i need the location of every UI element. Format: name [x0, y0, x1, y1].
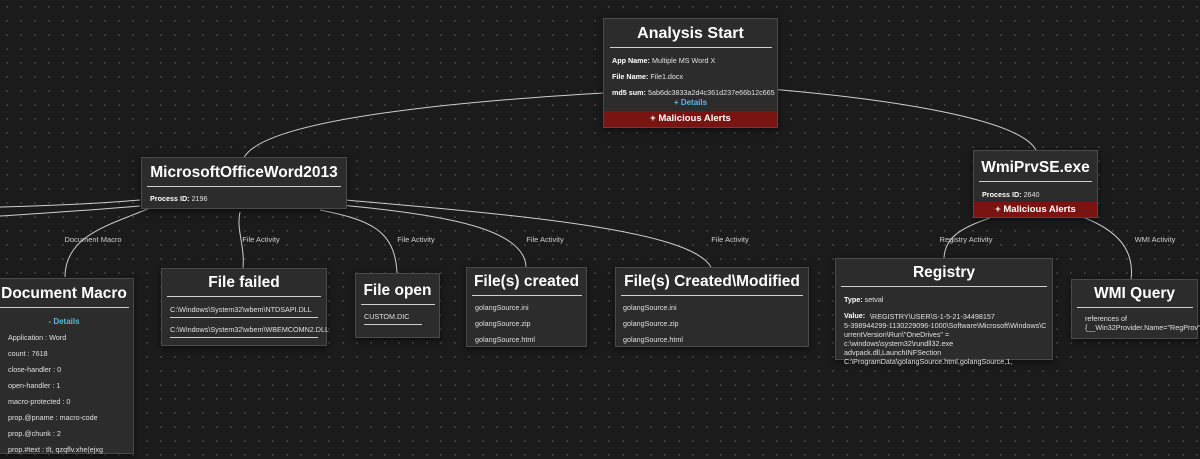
wmi-query-node[interactable]: WMI Query references of {__Win32Provider.… [1071, 279, 1200, 339]
list-divider [170, 317, 318, 318]
list-divider [364, 324, 422, 325]
title-divider [0, 307, 129, 308]
title-divider [609, 47, 772, 48]
title-divider [979, 181, 1092, 182]
file-open-node[interactable]: File open CUSTOM.DIC [355, 273, 440, 338]
edge-word-to-left-offscreen-2 [0, 205, 141, 217]
title-divider [841, 286, 1047, 287]
title-divider [167, 296, 321, 297]
node-title: File open [363, 282, 432, 299]
process-id-row: Process ID: 2640 [982, 190, 1040, 199]
edge-label-file-activity: File Activity [397, 235, 435, 244]
macro-property: prop.@pname : macro-code [8, 413, 98, 422]
node-title: Analysis Start [637, 25, 744, 42]
connector-edges [0, 88, 1132, 281]
registry-type-row: Type: setval [844, 295, 884, 304]
node-title: WMI Query [1094, 285, 1175, 302]
node-title: File(s) created [473, 273, 580, 290]
file-path: golangSource.zip [475, 319, 531, 328]
analysis-start-node[interactable]: Analysis Start App Name: Multiple MS Wor… [603, 18, 778, 128]
wmiprvse-process-node[interactable]: WmiPrvSE.exe Process ID: 2640 + Maliciou… [973, 150, 1098, 218]
registry-value-line: \REGISTRY\USER\S-1-5-21-34498157 [870, 311, 995, 321]
file-path: golangSource.ini [475, 303, 529, 312]
title-divider [621, 295, 803, 296]
list-divider [170, 337, 318, 338]
node-title: File(s) Created\Modified [624, 273, 800, 290]
files-modified-node[interactable]: File(s) Created\Modified golangSource.in… [615, 267, 809, 347]
title-divider [471, 295, 582, 296]
file-path: C:\Windows\System32\wbem\WBEMCOMN2.DLL [170, 325, 329, 334]
file-path: golangSource.zip [623, 319, 679, 328]
query-text: references of {__Win32Provider.Name="RegP… [1085, 314, 1200, 332]
node-title: MicrosoftOfficeWord2013 [150, 164, 338, 181]
registry-value-line: C:\ProgramData\golangSource.html,golangS… [844, 356, 1013, 366]
node-title: Document Macro [1, 285, 127, 302]
macro-property: Application : Word [8, 333, 67, 342]
node-title: File failed [208, 274, 280, 291]
registry-value-line: 5-398944299-1130229096-1000\Software\Mic… [844, 320, 1047, 330]
macro-property: count : 7618 [8, 349, 48, 358]
malicious-alerts-button[interactable]: + Malicious Alerts [604, 111, 777, 127]
files-created-node[interactable]: File(s) created golangSource.ini golangSo… [466, 267, 587, 347]
file-path: CUSTOM.DIC [364, 312, 410, 321]
file-list: CUSTOM.DIC [364, 312, 439, 325]
node-title: Registry [912, 264, 976, 281]
registry-value-line: advpack.dll,LaunchINFSection [844, 347, 942, 357]
query-line: {__Win32Provider.Name="RegProv"} [1085, 323, 1200, 332]
edge-word-to-left-offscreen-1 [0, 199, 141, 208]
macro-property: open-handler : 1 [8, 381, 61, 390]
macro-property: macro-protected : 0 [8, 397, 71, 406]
edge-label-file-activity: File Activity [526, 235, 564, 244]
macro-property: close-handler : 0 [8, 365, 62, 374]
title-divider [360, 304, 435, 305]
macro-property: prop.@chunk : 2 [8, 429, 61, 438]
edge-start-to-wmiprvse [769, 88, 1037, 151]
file-path: golangSource.html [475, 335, 535, 344]
details-toggle[interactable]: + Details [604, 98, 777, 107]
edge-word-to-files-modified [344, 199, 712, 268]
edge-label-file-activity: File Activity [242, 235, 280, 244]
registry-value: \REGISTRY\USER\S-1-5-21-34498157 5-398944… [844, 312, 1052, 366]
registry-node[interactable]: Registry Type: setval Value: \REGISTRY\U… [835, 258, 1053, 366]
node-title: WmiPrvSE.exe [981, 159, 1090, 176]
edge-label-document-macro: Document Macro [64, 235, 122, 244]
word-process-node[interactable]: MicrosoftOfficeWord2013 Process ID: 2196 [141, 157, 347, 209]
title-divider [1076, 307, 1193, 308]
details-toggle[interactable]: - Details [0, 317, 133, 326]
macro-properties: Application : Word count : 7618 close-hand… [8, 333, 133, 454]
file-list: golangSource.ini golangSource.zip golangSo… [475, 303, 586, 344]
file-failed-node[interactable]: File failed C:\Windows\System32\wbem\NTD… [161, 268, 329, 346]
query-line: references of [1085, 314, 1127, 323]
malicious-alerts-button[interactable]: + Malicious Alerts [974, 202, 1097, 217]
registry-value-line: c:\windows\system32\rundll32.exe [844, 338, 954, 348]
document-macro-node[interactable]: Document Macro - Details Application : W… [0, 278, 134, 454]
registry-value-line: urrentVersion\Run\"OneDrives" = [844, 329, 950, 339]
edge-label-wmi-activity: WMI Activity [1134, 235, 1176, 244]
file-path: golangSource.html [623, 335, 683, 344]
title-divider [147, 186, 341, 187]
process-id-row: Process ID: 2196 [150, 194, 208, 203]
edge-wmiprvse-to-wmi-query [1084, 217, 1132, 281]
edge-word-to-file-open [319, 209, 398, 274]
file-list: golangSource.ini golangSource.zip golangSo… [623, 303, 808, 344]
file-path: golangSource.ini [623, 303, 677, 312]
edge-label-file-activity: File Activity [711, 235, 749, 244]
macro-property: prop.#text : tlt, qzqflv.xhe(ejxg [8, 445, 103, 454]
file-path: C:\Windows\System32\wbem\NTDSAPI.DLL [170, 305, 312, 314]
app-name-row: App Name: Multiple MS Word X [612, 56, 716, 65]
edge-label-registry-activity: Registry Activity [939, 235, 993, 244]
md5-row: md5 sum: 5ab6dc3833a2d4c361d237e66b12c66… [612, 88, 775, 97]
file-list: C:\Windows\System32\wbem\NTDSAPI.DLL C:\W… [170, 305, 329, 338]
file-name-row: File Name: File1.docx [612, 72, 684, 81]
